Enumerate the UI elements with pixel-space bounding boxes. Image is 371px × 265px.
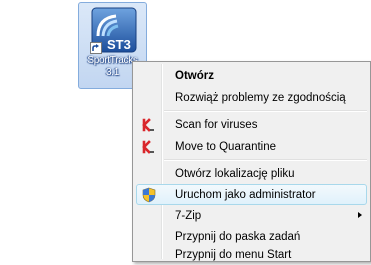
kaspersky-icon <box>142 140 154 154</box>
menu-item-label: Otwórz <box>175 70 214 82</box>
menu-item-run-as-administrator[interactable]: Uruchom jako administrator <box>136 184 367 205</box>
menu-separator <box>164 159 367 161</box>
kaspersky-icon <box>142 118 154 132</box>
context-menu: Otwórz Rozwiąż problemy ze zgodnością Sc… <box>132 61 371 262</box>
menu-item-label: Scan for viruses <box>175 119 258 131</box>
menu-item-label: Move to Quarantine <box>175 141 277 153</box>
menu-item-label: Rozwiąż problemy ze zgodnością <box>175 92 346 104</box>
menu-item-label: Otwórz lokalizację pliku <box>175 168 295 180</box>
menu-item-troubleshoot-compatibility[interactable]: Rozwiąż problemy ze zgodnością <box>136 87 367 108</box>
menu-item-7zip[interactable]: 7-Zip <box>136 205 367 226</box>
submenu-arrow-icon <box>358 212 362 218</box>
menu-item-label: Uruchom jako administrator <box>175 189 316 201</box>
menu-separator <box>164 110 367 112</box>
menu-item-open-file-location[interactable]: Otwórz lokalizację pliku <box>136 163 367 184</box>
uac-shield-icon <box>142 187 156 203</box>
menu-item-label: 7-Zip <box>175 210 202 222</box>
menu-item-label: Przypnij do menu Start <box>175 249 292 261</box>
app-icon-badge: ST3 <box>107 37 131 52</box>
menu-item-label: Przypnij do paska zadań <box>175 231 301 243</box>
menu-item-open[interactable]: Otwórz <box>136 65 367 86</box>
menu-item-move-to-quarantine[interactable]: Move to Quarantine <box>136 136 367 157</box>
shortcut-arrow-icon <box>90 42 102 54</box>
menu-item-scan-for-viruses[interactable]: Scan for viruses <box>136 114 367 135</box>
